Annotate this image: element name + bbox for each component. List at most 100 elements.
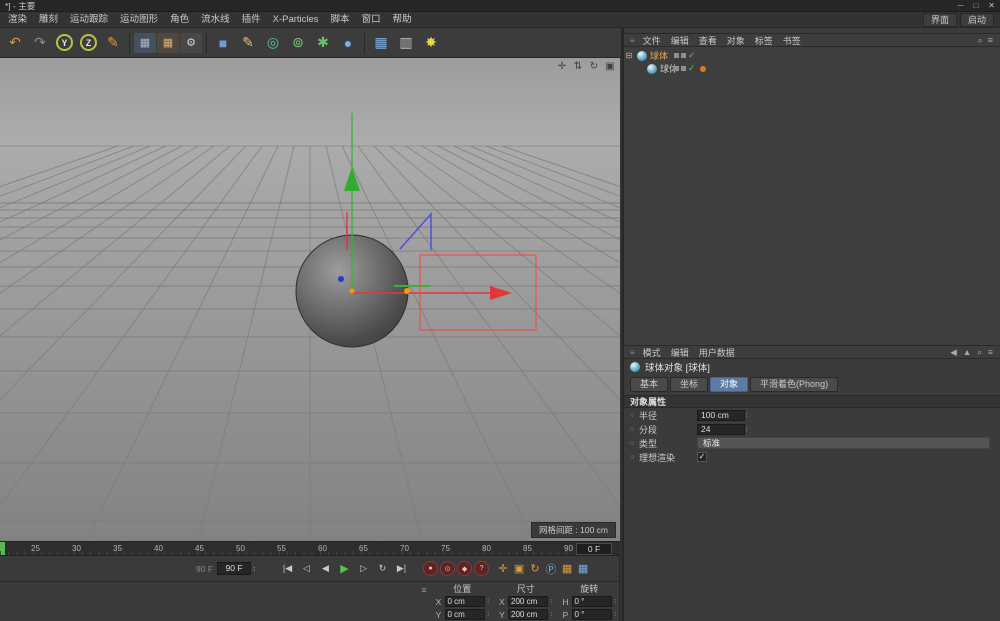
material-tag-icon[interactable] — [700, 66, 706, 72]
current-frame-field[interactable]: 0 F — [576, 543, 612, 555]
radius-param-handle[interactable] — [404, 288, 410, 294]
keyframe-circle-icon[interactable]: ○ — [630, 426, 639, 433]
enabled-check-icon[interactable]: ✓ — [688, 51, 696, 60]
segments-field[interactable]: 24 — [697, 424, 745, 435]
minimize-button[interactable]: ─ — [958, 1, 964, 10]
editor-visibility-dot[interactable] — [674, 66, 679, 71]
menu-pipeline[interactable]: 流水线 — [195, 12, 236, 28]
generator-icon[interactable]: ⊚ — [286, 31, 310, 55]
position-x-field[interactable]: 0 cm — [445, 596, 485, 607]
object-label[interactable]: 球体 — [650, 49, 668, 62]
startup-layout-dropdown[interactable]: 启动 — [960, 13, 994, 27]
object-row[interactable]: ⊟ 球体 ✓ — [624, 49, 1000, 62]
record-help-button[interactable]: ? — [474, 561, 489, 576]
position-y-field[interactable]: 0 cm — [445, 609, 485, 620]
axis-origin-dot[interactable] — [338, 276, 344, 282]
spinner-icon[interactable]: ↕ — [487, 598, 491, 605]
menu-xparticles[interactable]: X-Particles — [267, 12, 325, 28]
keyframe-selection-button[interactable]: ◆ — [457, 561, 472, 576]
axis-y-lock-icon[interactable]: Y — [56, 34, 73, 51]
maximize-view-icon[interactable]: ▣ — [604, 61, 616, 73]
viewport-canvas[interactable] — [0, 58, 620, 541]
close-button[interactable]: ✕ — [988, 1, 995, 10]
render-visibility-dot[interactable] — [681, 66, 686, 71]
om-menu-tags[interactable]: 标签 — [750, 34, 778, 47]
render-settings-icon[interactable]: ⚙ — [180, 33, 202, 53]
tab-coord[interactable]: 坐标 — [670, 377, 708, 392]
om-menu-object[interactable]: 对象 — [722, 34, 750, 47]
add-cube-icon[interactable]: ■ — [211, 31, 235, 55]
timeline-ruler[interactable]: 25 30 35 40 45 50 55 60 65 70 75 80 85 9… — [0, 541, 620, 556]
am-menu-userdata[interactable]: 用户数据 — [694, 346, 740, 359]
spinner-icon[interactable]: ↕ — [614, 611, 618, 618]
render-visibility-dot[interactable] — [681, 53, 686, 58]
panel-grip-icon[interactable]: ≡ — [627, 36, 638, 45]
maximize-button[interactable]: □ — [973, 1, 978, 10]
menu-character[interactable]: 角色 — [164, 12, 195, 28]
menu-window[interactable]: 窗口 — [356, 12, 387, 28]
parent-up-icon[interactable]: ▲ — [963, 347, 971, 358]
rotation-p-field[interactable]: 0 ° — [572, 609, 612, 620]
light-icon[interactable]: ✸ — [419, 31, 443, 55]
key-rotation-icon[interactable]: ↻ — [527, 560, 543, 577]
coords-panel-menu-icon[interactable]: ≡ — [421, 583, 426, 595]
panel-grip-icon[interactable]: ≡ — [627, 348, 638, 357]
menu-script[interactable]: 脚本 — [325, 12, 356, 28]
object-tree[interactable]: ⊟ 球体 ✓ 球体 ✓ — [624, 47, 1000, 345]
menu-sculpt[interactable]: 雕刻 — [33, 12, 64, 28]
redo-icon[interactable]: ↷ — [28, 31, 52, 55]
editor-visibility-dot[interactable] — [674, 53, 679, 58]
key-parameter-icon[interactable]: Ⓟ — [543, 560, 559, 577]
type-dropdown[interactable]: 标准 — [697, 437, 990, 449]
size-y-field[interactable]: 200 cm — [508, 609, 548, 620]
deformer-icon[interactable]: ✱ — [311, 31, 335, 55]
end-frame-spinner[interactable]: ↕ — [252, 564, 256, 573]
spinner-icon[interactable]: ↕ — [745, 412, 749, 419]
spinner-icon[interactable]: ↕ — [550, 598, 554, 605]
menu-render[interactable]: 渲染 — [2, 12, 33, 28]
am-menu-edit[interactable]: 编辑 — [666, 346, 694, 359]
pen-tool-icon[interactable]: ✎ — [236, 31, 260, 55]
prev-frame-button[interactable]: ◀ — [316, 560, 335, 577]
record-keyframe-button[interactable]: ● — [423, 561, 438, 576]
section-object-properties[interactable]: 对象属性 — [624, 395, 1000, 408]
subdivision-surface-icon[interactable]: ◎ — [261, 31, 285, 55]
cloner-icon[interactable]: ▦ — [369, 31, 393, 55]
key-scale-icon[interactable]: ▣ — [511, 560, 527, 577]
om-menu-view[interactable]: 查看 — [694, 34, 722, 47]
am-menu-mode[interactable]: 模式 — [638, 346, 666, 359]
spinner-icon[interactable]: ↕ — [487, 611, 491, 618]
loop-button[interactable]: ↻ — [373, 560, 392, 577]
end-frame-field[interactable]: 90 F — [217, 562, 251, 575]
om-menu-file[interactable]: 文件 — [638, 34, 666, 47]
expander-icon[interactable]: ⊟ — [624, 51, 634, 60]
size-x-field[interactable]: 200 cm — [508, 596, 548, 607]
object-row[interactable]: 球体 ✓ — [624, 62, 1000, 75]
panel-menu-icon[interactable]: ≡ — [988, 347, 993, 358]
menu-plugins[interactable]: 插件 — [236, 12, 267, 28]
om-menu-edit[interactable]: 编辑 — [666, 34, 694, 47]
rotate-icon[interactable]: ↻ — [588, 61, 600, 73]
rotation-h-field[interactable]: 0 ° — [572, 596, 612, 607]
spinner-icon[interactable]: ↕ — [745, 426, 749, 433]
next-frame-button[interactable]: ▷ — [354, 560, 373, 577]
keyframe-circle-icon[interactable]: ○ — [630, 440, 639, 447]
tab-object[interactable]: 对象 — [710, 377, 748, 392]
menu-mograph[interactable]: 运动图形 — [114, 12, 164, 28]
search-icon[interactable]: ⌕ — [977, 347, 982, 358]
spinner-icon[interactable]: ↕ — [550, 611, 554, 618]
axis-z-lock-icon[interactable]: Z — [80, 34, 97, 51]
goto-end-button[interactable]: ▶| — [392, 560, 411, 577]
pan-icon[interactable]: ✛ — [556, 61, 568, 73]
volume-icon[interactable]: ● — [336, 31, 360, 55]
radius-field[interactable]: 100 cm — [697, 410, 745, 421]
key-position-icon[interactable]: ✛ — [495, 560, 511, 577]
tab-phong[interactable]: 平滑着色(Phong) — [750, 377, 838, 392]
tab-basic[interactable]: 基本 — [630, 377, 668, 392]
filter-icon[interactable]: ≡ — [988, 35, 993, 46]
layout-dropdown[interactable]: 界面 — [923, 13, 957, 27]
keyframe-circle-icon[interactable]: ○ — [630, 454, 639, 461]
menu-motion-tracker[interactable]: 运动跟踪 — [64, 12, 114, 28]
keyframe-circle-icon[interactable]: ○ — [630, 412, 639, 419]
stage-icon[interactable]: ▥ — [394, 31, 418, 55]
